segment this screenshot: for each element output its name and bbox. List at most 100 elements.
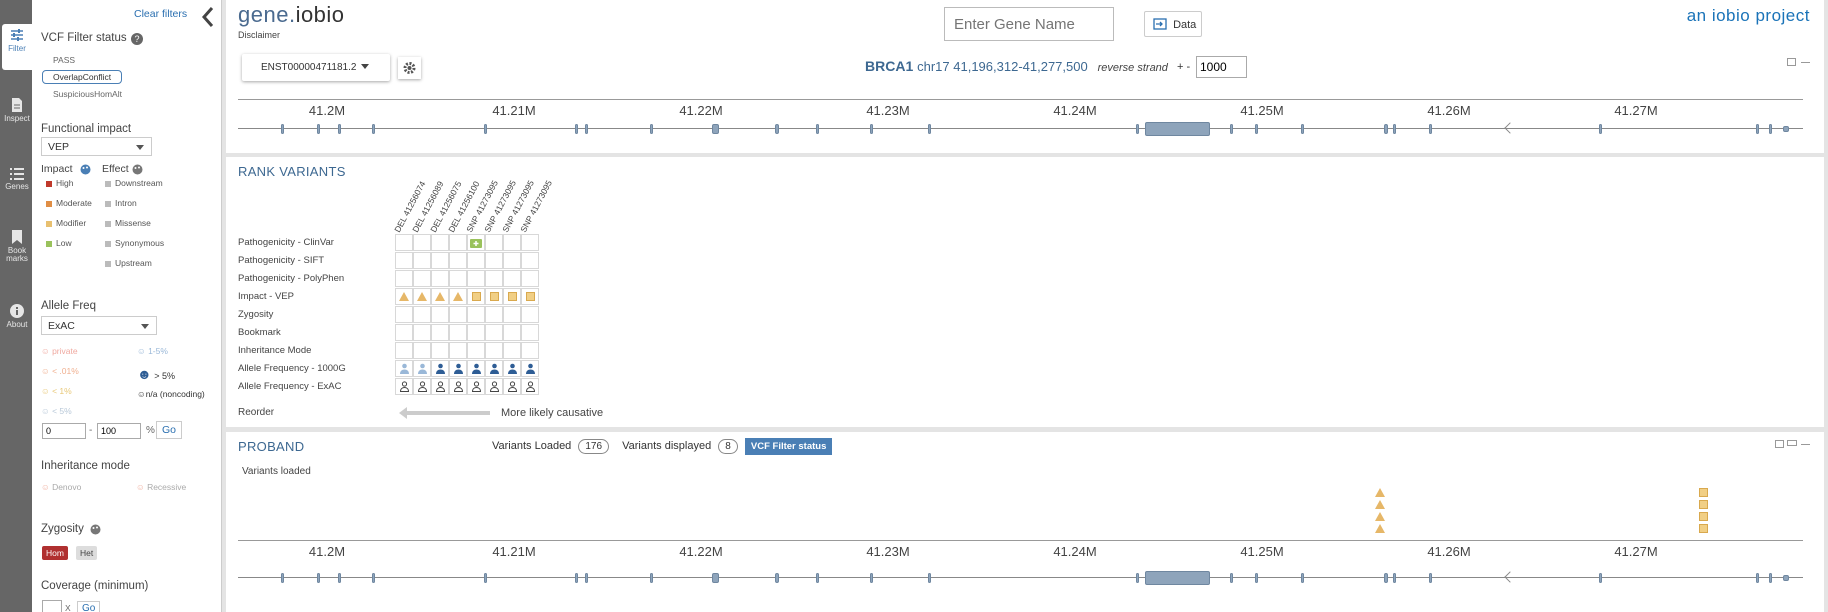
vcf-option-overlapconflict[interactable]: OverlapConflict <box>42 70 123 84</box>
variant-marker-del[interactable] <box>1375 488 1385 497</box>
exon[interactable] <box>1599 124 1602 134</box>
exon[interactable] <box>585 573 588 583</box>
af-gt-5[interactable]: ☻ > 5% <box>137 366 175 382</box>
exon[interactable] <box>338 573 341 583</box>
rank-cell[interactable] <box>467 234 485 251</box>
vcf-filter-badge[interactable]: VCF Filter status <box>744 438 833 455</box>
rank-cell[interactable] <box>413 360 431 377</box>
exon[interactable] <box>1230 124 1233 134</box>
impact-moderate[interactable]: Moderate <box>46 198 92 208</box>
exon[interactable] <box>650 573 653 583</box>
rank-cell[interactable] <box>467 378 485 395</box>
exon[interactable] <box>870 124 873 134</box>
exon[interactable] <box>1783 126 1789 132</box>
help-icon[interactable]: ? <box>131 33 143 45</box>
gear-icon[interactable] <box>398 57 421 79</box>
exon[interactable] <box>775 124 779 134</box>
rank-cell[interactable] <box>431 378 449 395</box>
exon[interactable] <box>1145 122 1210 136</box>
rank-cell[interactable] <box>503 270 521 287</box>
zygosity-het[interactable]: Het <box>76 546 98 560</box>
rank-cell[interactable] <box>413 288 431 305</box>
palette-icon[interactable] <box>90 524 101 535</box>
af-lt-001[interactable]: ☺ < .01% <box>41 366 79 376</box>
rank-cell[interactable] <box>485 342 503 359</box>
rank-cell[interactable] <box>449 324 467 341</box>
vcf-option-pass[interactable]: PASS <box>53 55 75 65</box>
variant-marker-snp[interactable] <box>1699 512 1708 521</box>
rank-cell[interactable] <box>395 288 413 305</box>
exon[interactable] <box>1230 573 1233 583</box>
af-private[interactable]: ☺ private <box>41 346 78 356</box>
zygosity-hom[interactable]: Hom <box>42 546 68 560</box>
exon[interactable] <box>1599 573 1602 583</box>
disclaimer-link[interactable]: Disclaimer <box>238 30 280 40</box>
variant-marker-snp[interactable] <box>1699 500 1708 509</box>
exon[interactable] <box>928 124 931 134</box>
rank-cell[interactable] <box>485 234 503 251</box>
exon[interactable] <box>1756 573 1759 583</box>
exon[interactable] <box>928 573 931 583</box>
exon[interactable] <box>317 124 320 134</box>
nav-inspect[interactable]: Inspect <box>2 94 32 134</box>
rank-cell[interactable] <box>449 342 467 359</box>
rank-cell[interactable] <box>413 306 431 323</box>
nav-genes[interactable]: Genes <box>2 164 32 200</box>
af-go-button[interactable]: Go <box>156 421 183 439</box>
rank-cell[interactable] <box>449 378 467 395</box>
nav-about[interactable]: About <box>2 300 32 336</box>
minimize-icon[interactable] <box>1787 58 1796 66</box>
exon[interactable] <box>575 124 578 134</box>
rank-cell[interactable] <box>503 378 521 395</box>
rank-cell[interactable] <box>449 234 467 251</box>
rank-cell[interactable] <box>467 342 485 359</box>
af-lt-1[interactable]: ☺ < 1% <box>41 386 72 396</box>
rank-cell[interactable] <box>485 288 503 305</box>
rank-cell[interactable] <box>431 360 449 377</box>
exon[interactable] <box>585 124 588 134</box>
coverage-input[interactable] <box>42 600 62 612</box>
rank-cell[interactable] <box>503 342 521 359</box>
palette-icon[interactable] <box>132 164 143 175</box>
variant-marker-del[interactable] <box>1375 512 1385 521</box>
exon[interactable] <box>1769 573 1772 583</box>
exon[interactable] <box>575 573 578 583</box>
exon[interactable] <box>484 124 487 134</box>
rank-cell[interactable] <box>431 234 449 251</box>
rank-cell[interactable] <box>395 252 413 269</box>
rank-cell[interactable] <box>521 360 539 377</box>
rank-cell[interactable] <box>485 270 503 287</box>
exon[interactable] <box>1255 124 1258 134</box>
rank-cell[interactable] <box>431 306 449 323</box>
exon[interactable] <box>1301 573 1304 583</box>
rank-cell[interactable] <box>467 270 485 287</box>
effect-missense[interactable]: Missense <box>105 218 151 228</box>
variant-marker-snp[interactable] <box>1699 524 1708 533</box>
data-button[interactable]: Data <box>1144 11 1202 37</box>
effect-synonymous[interactable]: Synonymous <box>105 238 164 248</box>
expand-icon[interactable] <box>1787 440 1797 446</box>
rank-cell[interactable] <box>503 324 521 341</box>
rank-cell[interactable] <box>449 288 467 305</box>
af-na[interactable]: ☺n/a (noncoding) <box>137 389 205 399</box>
effect-intron[interactable]: Intron <box>105 198 137 208</box>
rank-cell[interactable] <box>449 270 467 287</box>
collapse-icon[interactable] <box>1801 444 1810 445</box>
rank-cell[interactable] <box>467 306 485 323</box>
palette-icon[interactable] <box>80 164 91 175</box>
rank-cell[interactable] <box>485 360 503 377</box>
rank-cell[interactable] <box>413 378 431 395</box>
exon[interactable] <box>484 573 487 583</box>
impact-high[interactable]: High <box>46 178 73 188</box>
exon[interactable] <box>870 573 873 583</box>
rank-cell[interactable] <box>449 306 467 323</box>
exon[interactable] <box>281 124 284 134</box>
exon[interactable] <box>1783 575 1789 581</box>
coverage-go-button[interactable]: Go <box>77 601 101 612</box>
variant-marker-del[interactable] <box>1375 524 1385 533</box>
rank-cell[interactable] <box>413 270 431 287</box>
nav-bookmarks[interactable]: Book marks <box>2 226 32 272</box>
rank-cell[interactable] <box>503 360 521 377</box>
rank-cell[interactable] <box>413 324 431 341</box>
exon[interactable] <box>1136 573 1139 583</box>
